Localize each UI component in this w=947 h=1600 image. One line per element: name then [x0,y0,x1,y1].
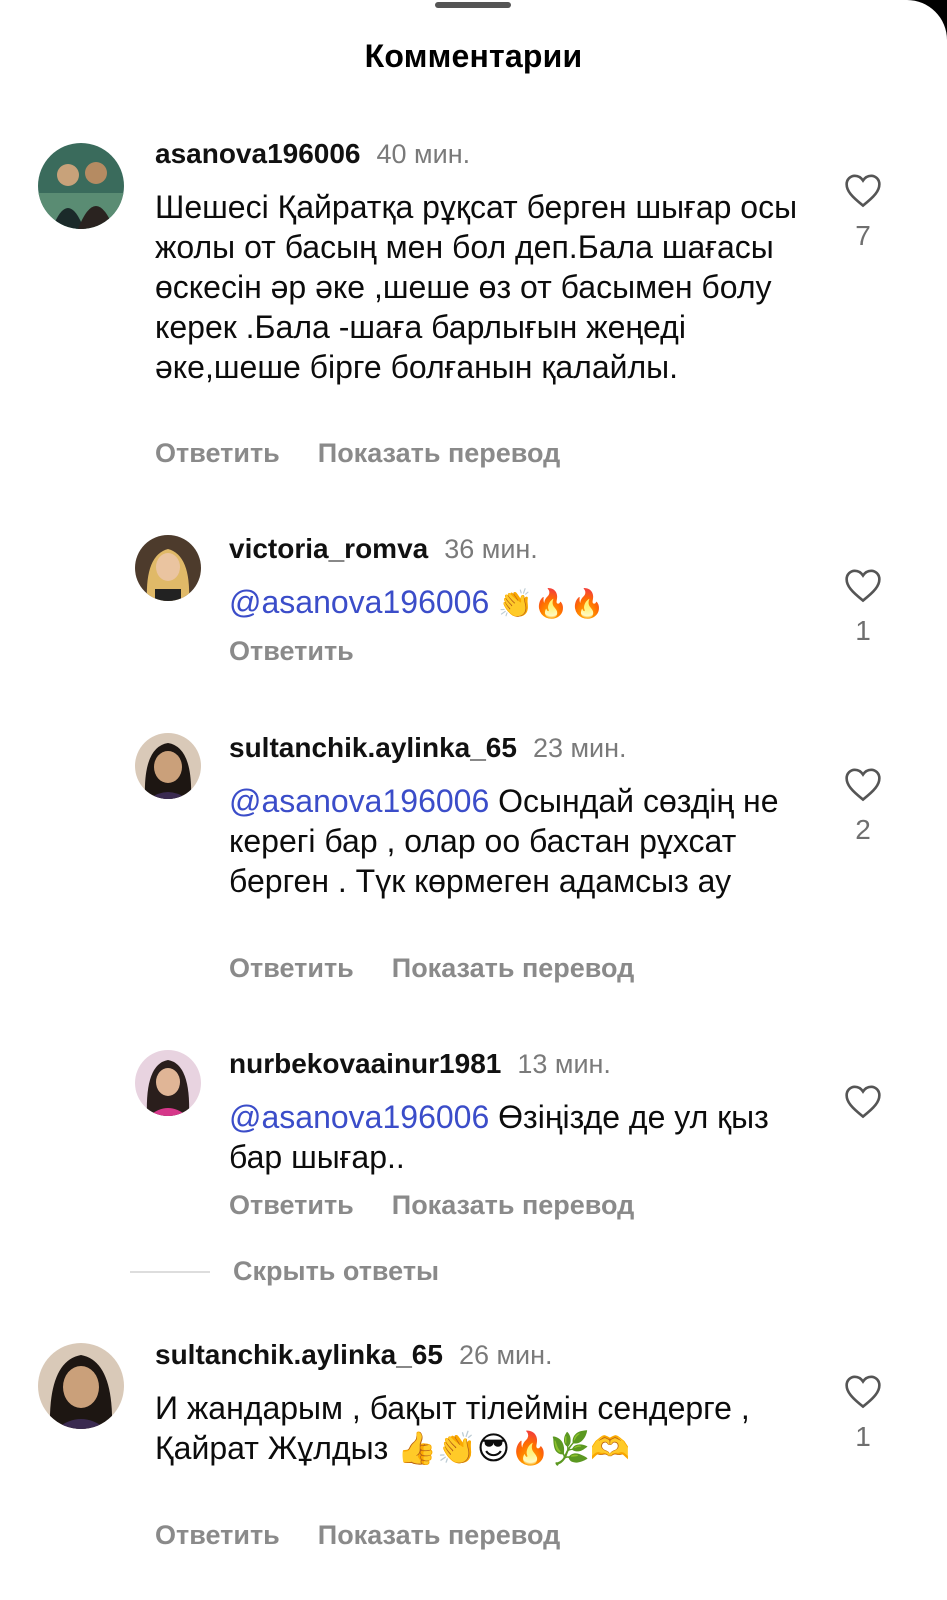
sheet-title: Комментарии [364,38,583,74]
comment-username[interactable]: victoria_romva [229,533,428,564]
like-count: 2 [855,814,871,845]
heart-icon [845,174,881,208]
heart-icon [845,1375,881,1409]
comment-time: 26 мин. [458,1340,553,1370]
comment-username[interactable]: sultanchik.aylinka_65 [229,732,517,763]
divider [130,1271,210,1273]
heart-icon [845,768,881,802]
sheet-drag-handle[interactable] [435,2,511,8]
reply-button[interactable]: Ответить [155,438,280,468]
avatar[interactable] [38,143,124,229]
show-translation-button[interactable]: Показать перевод [392,1190,635,1220]
comment-body: 👏🔥🔥 [489,588,606,619]
like-button[interactable] [843,1083,883,1119]
comment-text: И жандарым , бақыт тілеймін сендерге , Қ… [155,1390,750,1466]
reply-button[interactable]: Ответить [155,1520,280,1550]
heart-icon [845,1085,881,1119]
like-button[interactable]: 7 [843,172,883,252]
like-count: 7 [855,220,871,251]
comment-time: 36 мин. [444,534,538,564]
avatar[interactable] [135,1050,201,1116]
mention-link[interactable]: @asanova196006 [229,783,489,819]
comment-time: 40 мин. [376,139,471,169]
comment-username[interactable]: asanova196006 [155,138,361,169]
like-button[interactable]: 1 [843,1373,883,1453]
avatar[interactable] [135,535,201,601]
heart-icon [845,569,881,603]
comment-username[interactable]: sultanchik.aylinka_65 [155,1339,443,1370]
like-button[interactable]: 2 [843,766,883,846]
comment-text: @asanova196006 Осындай сөздің не керегі … [229,781,809,901]
reply-button[interactable]: Ответить [229,1190,354,1220]
like-count: 1 [855,615,871,646]
comment-text: Шешесі Қайратқа рұқсат берген шығар осы … [155,189,798,385]
mention-link[interactable]: @asanova196006 [229,1099,489,1135]
avatar[interactable] [38,1343,124,1429]
comment-time: 23 мин. [532,733,627,763]
reply-button[interactable]: Ответить [229,953,354,983]
comment-time: 13 мин. [517,1049,611,1079]
show-translation-button[interactable]: Показать перевод [318,438,561,468]
comments-sheet: Комментарии asanova196006 40 мин. Шешесі … [0,0,947,1600]
show-translation-button[interactable]: Показать перевод [318,1520,561,1550]
reply-button[interactable]: Ответить [229,636,354,666]
like-button[interactable]: 1 [843,567,883,647]
comment-username[interactable]: nurbekovaainur1981 [229,1048,501,1079]
mention-link[interactable]: @asanova196006 [229,584,489,620]
like-count: 1 [855,1421,871,1452]
comment-text: @asanova196006 Өзіңізде де ул қыз бар шы… [229,1097,789,1177]
comment-text: @asanova196006 👏🔥🔥 [229,582,829,624]
avatar[interactable] [135,733,201,799]
hide-replies-button[interactable]: Скрыть ответы [233,1256,439,1287]
show-translation-button[interactable]: Показать перевод [392,953,635,983]
